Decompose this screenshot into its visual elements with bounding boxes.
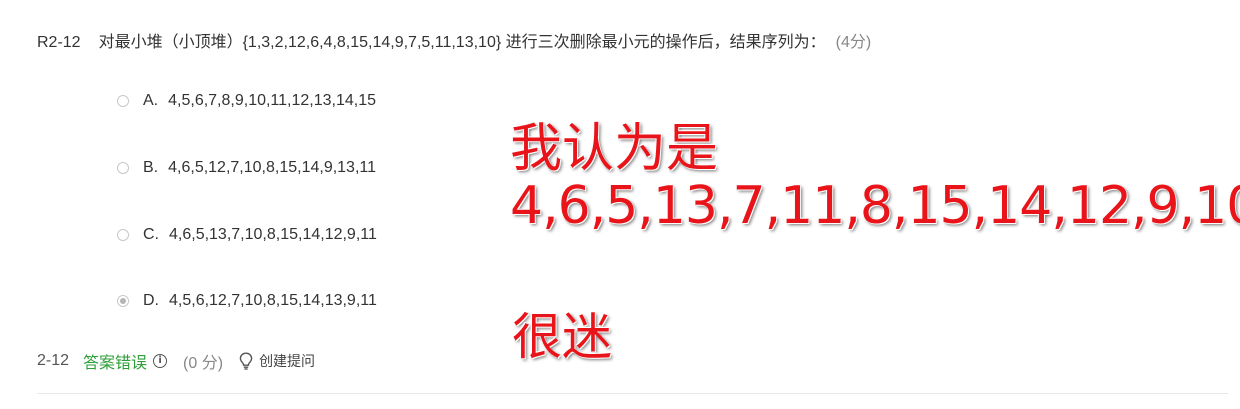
question-number: R2-12 bbox=[37, 34, 81, 51]
option-c-radio[interactable] bbox=[117, 229, 129, 241]
option-b[interactable]: B. 4,6,5,12,7,10,8,15,14,9,13,11 bbox=[117, 156, 376, 180]
option-d-letter: D. bbox=[143, 292, 159, 309]
option-a[interactable]: A. 4,5,6,7,8,9,10,11,12,13,14,15 bbox=[117, 89, 376, 113]
option-d-text: 4,5,6,12,7,10,8,15,14,13,9,11 bbox=[169, 292, 377, 309]
result-number: 2-12 bbox=[37, 352, 70, 369]
create-question-link[interactable]: 创建提问 bbox=[259, 351, 315, 371]
lightbulb-icon[interactable] bbox=[239, 352, 253, 370]
result-points: (0 分) bbox=[183, 355, 224, 372]
result-status: 答案错误 bbox=[83, 355, 148, 372]
option-a-letter: A. bbox=[143, 92, 159, 109]
option-b-radio[interactable] bbox=[117, 162, 129, 174]
option-d[interactable]: D. 4,5,6,12,7,10,8,15,14,13,9,11 bbox=[117, 289, 377, 313]
option-d-radio[interactable] bbox=[117, 295, 129, 307]
divider bbox=[37, 393, 1228, 394]
annotation-line-1: 我认为是 bbox=[510, 119, 719, 179]
info-icon[interactable]: i bbox=[153, 354, 168, 368]
option-c-text: 4,6,5,13,7,10,8,15,14,12,9,11 bbox=[169, 226, 377, 243]
option-a-radio[interactable] bbox=[117, 95, 129, 107]
annotation-line-2: 4,6,5,13,7,11,8,15,14,12,9,10 bbox=[510, 176, 1240, 236]
option-a-text: 4,5,6,7,8,9,10,11,12,13,14,15 bbox=[168, 92, 377, 109]
annotation-line-3: 很迷 bbox=[512, 308, 612, 366]
result-bar: 2-12 答案错误 i (0 分) 创建提问 bbox=[37, 347, 315, 375]
question-score: (4分) bbox=[835, 34, 872, 51]
option-c-letter: C. bbox=[143, 226, 159, 243]
question-text: 对最小堆（小顶堆）{1,3,2,12,6,4,8,15,14,9,7,5,11,… bbox=[98, 34, 826, 51]
question-header: R2-12 对最小堆（小顶堆）{1,3,2,12,6,4,8,15,14,9,7,… bbox=[37, 28, 871, 52]
option-b-text: 4,6,5,12,7,10,8,15,14,9,13,11 bbox=[168, 159, 377, 176]
option-c[interactable]: C. 4,6,5,13,7,10,8,15,14,12,9,11 bbox=[117, 223, 377, 247]
option-b-letter: B. bbox=[143, 159, 159, 176]
